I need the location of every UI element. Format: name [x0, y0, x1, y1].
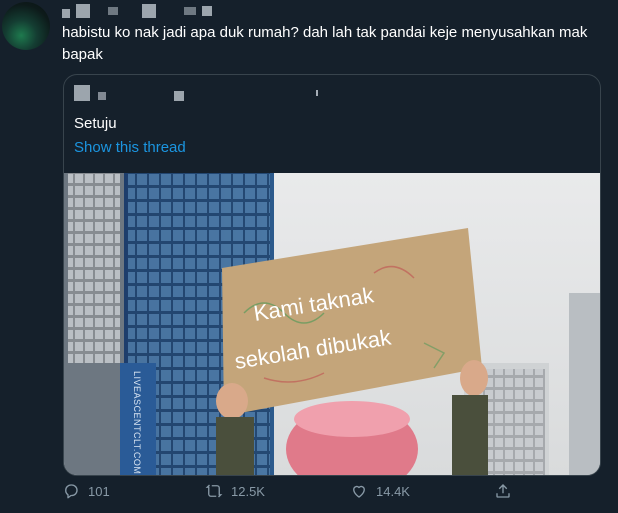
- left-hand: [216, 383, 248, 419]
- left-sleeve: [216, 417, 254, 475]
- redacted-block: [142, 4, 156, 18]
- redacted-block: [74, 85, 90, 101]
- heart-icon: [353, 485, 365, 498]
- like-count: 14.4K: [376, 483, 410, 499]
- show-thread-link[interactable]: Show this thread: [74, 139, 186, 156]
- right-sleeve: [452, 395, 488, 475]
- retweet-icon: [205, 484, 223, 498]
- tweet-text: habistu ko nak jadi apa duk rumah? dah l…: [62, 24, 588, 63]
- redacted-block: [184, 7, 196, 15]
- quoted-tweet[interactable]: Setuju Show this thread LIVEASCENTCLT.CO…: [63, 74, 601, 476]
- retweet-button[interactable]: 12.5K: [205, 482, 265, 500]
- redacted-block: [76, 4, 90, 18]
- hat-band: [294, 401, 410, 437]
- far-right-building: [569, 293, 600, 475]
- tweet-actions: 101 12.5K 14.4K: [62, 482, 602, 508]
- building-sign-text: LIVEASCENTCLT.COM: [132, 371, 142, 474]
- redacted-block: [316, 90, 318, 96]
- right-hand: [460, 360, 488, 396]
- quoted-tweet-photo[interactable]: LIVEASCENTCLT.COM Kami taknak sekolah di…: [64, 173, 600, 475]
- reply-icon: [65, 484, 78, 499]
- like-button[interactable]: 14.4K: [350, 482, 410, 500]
- quoted-tweet-text: Setuju: [74, 115, 117, 132]
- author-name-redacted[interactable]: [62, 4, 212, 18]
- redacted-block: [108, 7, 118, 15]
- left-building-windows: [68, 173, 120, 363]
- share-button[interactable]: [494, 482, 512, 500]
- redacted-block: [202, 6, 212, 16]
- redacted-block: [62, 8, 70, 18]
- avatar[interactable]: [2, 2, 50, 50]
- share-icon: [496, 484, 510, 498]
- quoted-author-redacted: [74, 85, 318, 101]
- redacted-block: [98, 92, 106, 100]
- redacted-block: [174, 91, 184, 101]
- reply-button[interactable]: 101: [62, 482, 110, 500]
- retweet-count: 12.5K: [231, 483, 265, 499]
- reply-count: 101: [88, 483, 110, 499]
